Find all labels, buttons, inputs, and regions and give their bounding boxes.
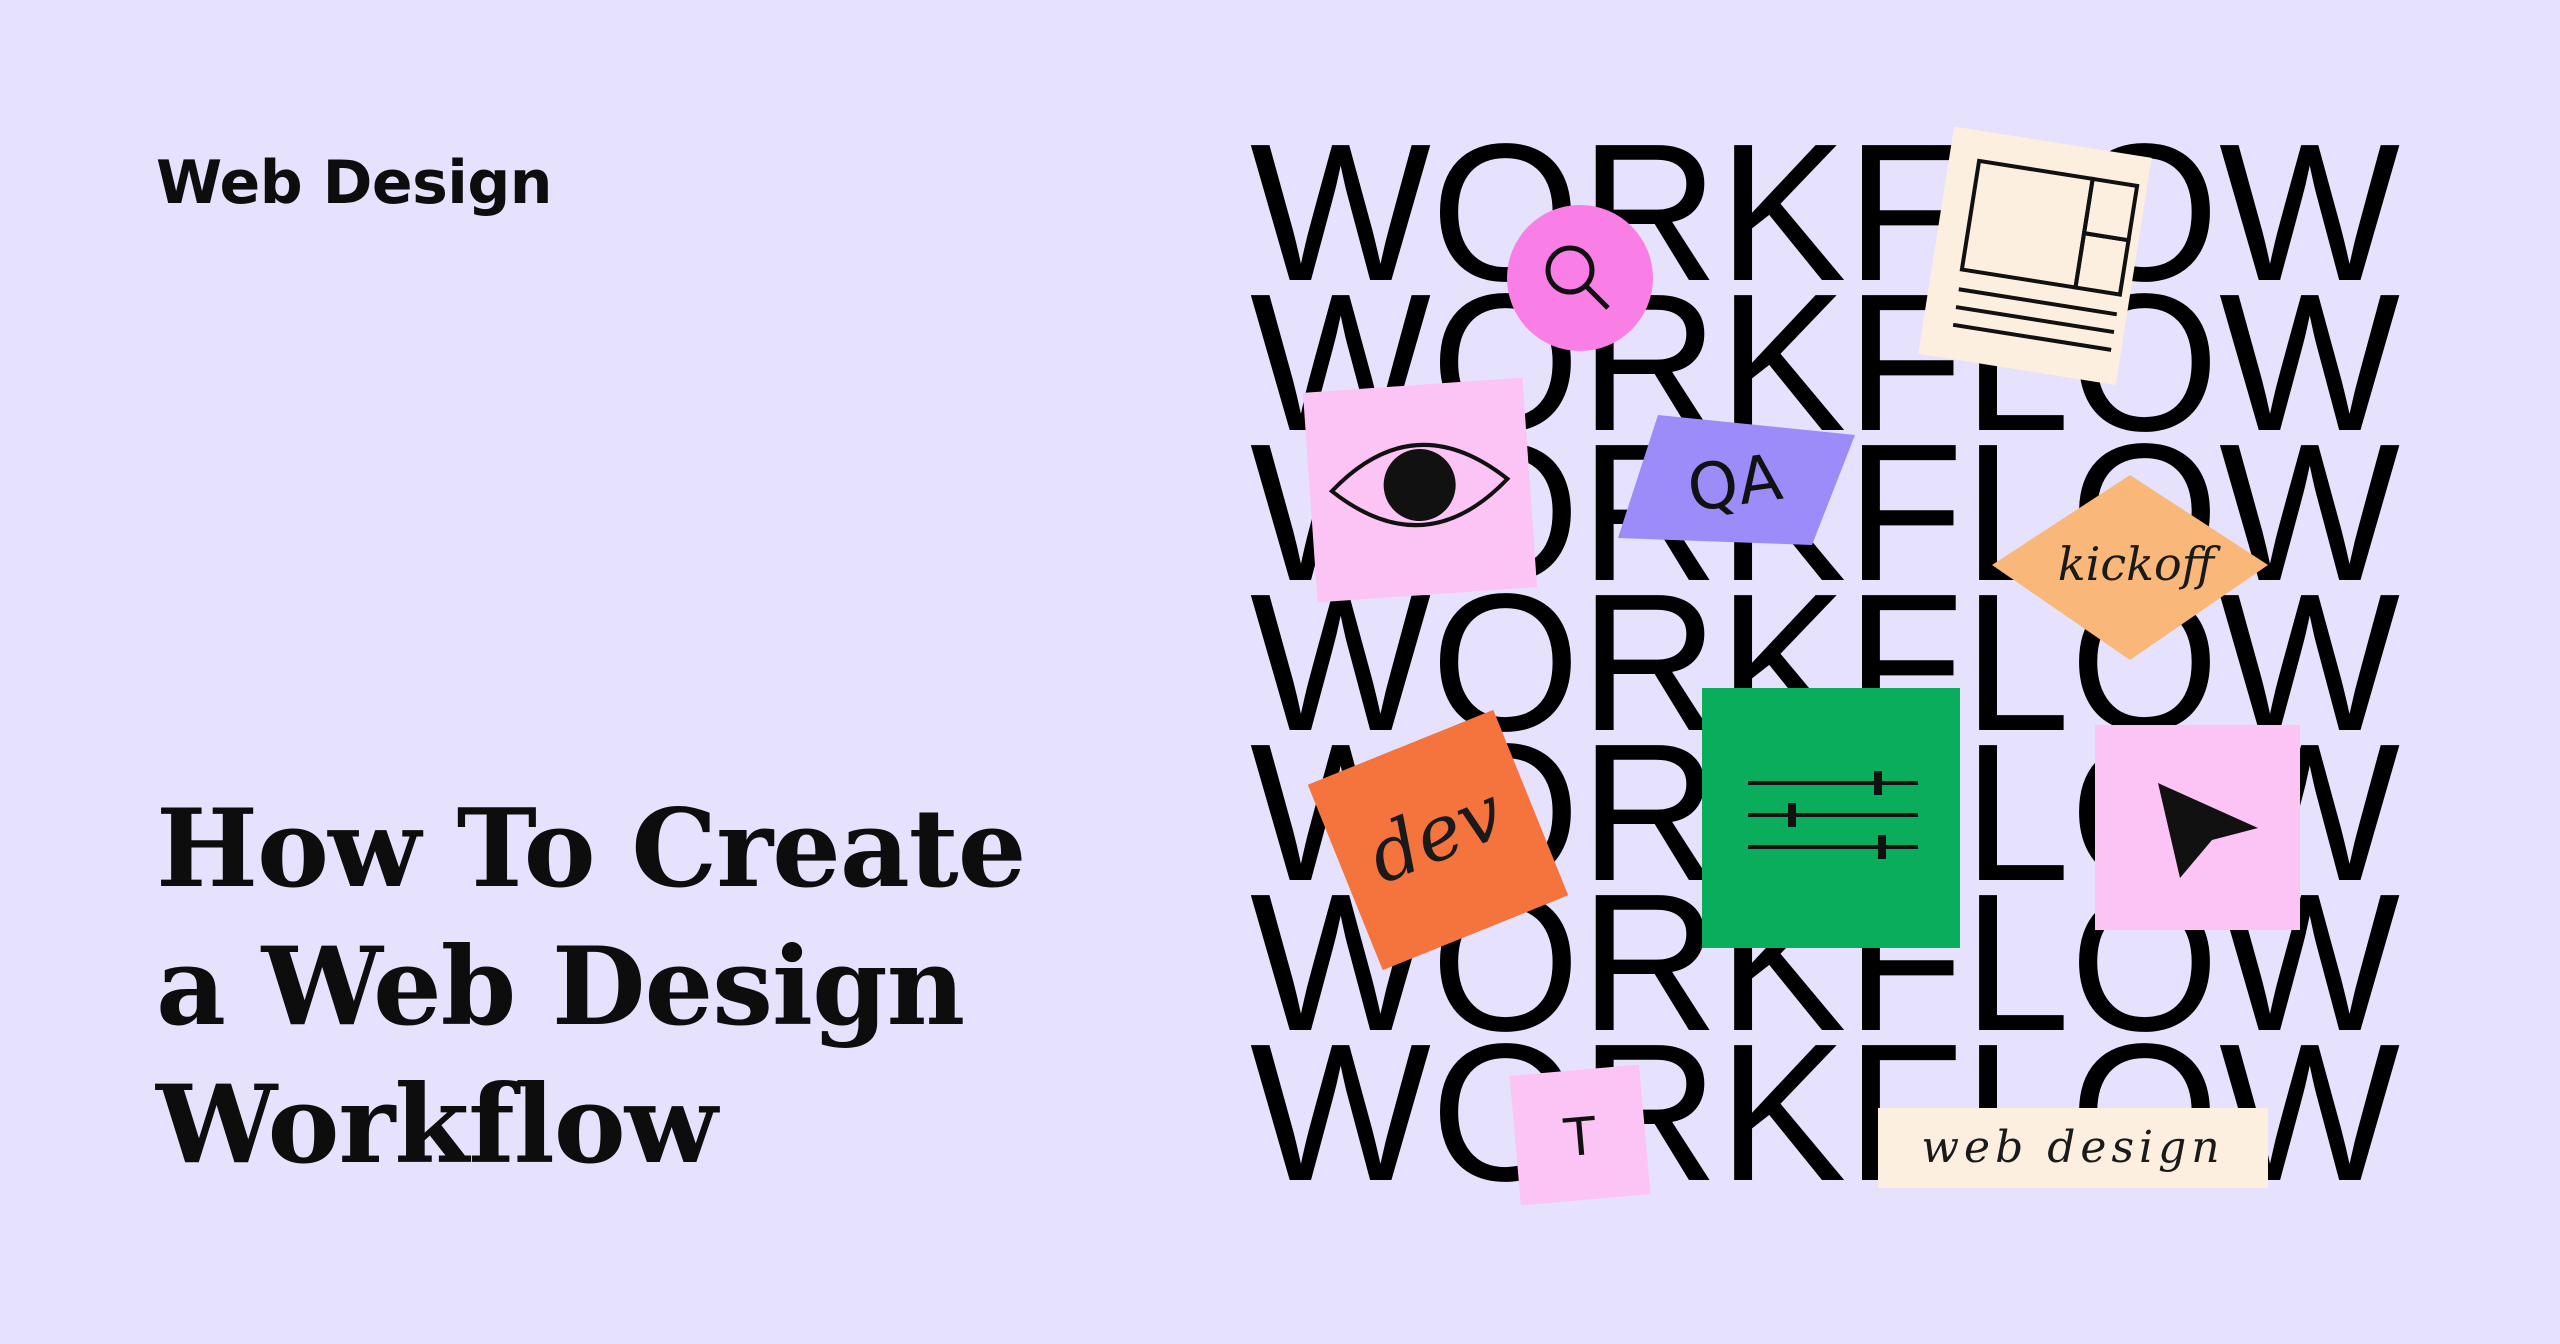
- eye-sticker: [1302, 377, 1538, 603]
- web-design-label: web design: [1921, 1122, 2224, 1173]
- qa-label: QA: [1683, 441, 1787, 527]
- typography-label: T: [1561, 1107, 1599, 1170]
- workflow-word-stack: WORKFLOW WORKFLOW WORKFLOW WORKFLOW WORK…: [1250, 103, 2400, 1222]
- qa-sticker: QA: [1618, 415, 1855, 545]
- typography-sticker: T: [1509, 1064, 1651, 1206]
- cursor-sticker: [2095, 725, 2300, 930]
- search-sticker: [1507, 205, 1653, 351]
- sliders-card: [1702, 688, 1960, 948]
- kickoff-label: kickoff: [2058, 537, 2222, 591]
- wireframe-card: [1918, 126, 2152, 386]
- workflow-illustration: WORKFLOW WORKFLOW WORKFLOW WORKFLOW WORK…: [1250, 103, 2400, 1222]
- web-design-sticker: web design: [1878, 1108, 2268, 1188]
